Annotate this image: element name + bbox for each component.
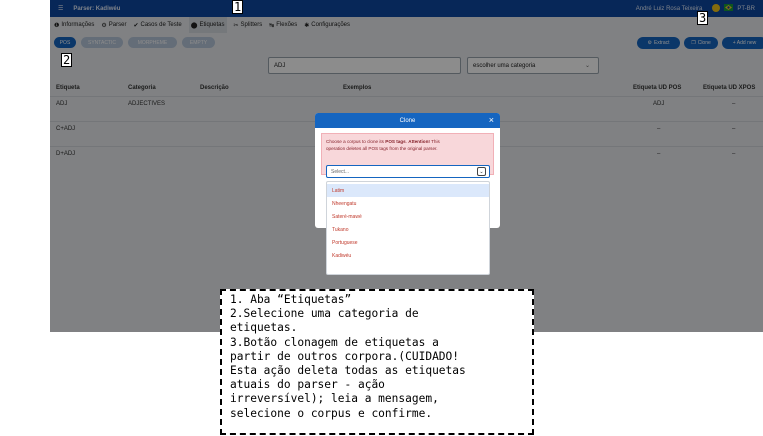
- note-line: 3.Botão clonagem de etiquetas a: [230, 335, 439, 349]
- corpus-option[interactable]: Sateré-mawé: [327, 210, 489, 223]
- corpus-option[interactable]: Latim: [327, 184, 489, 197]
- app-screen: ☰ Parser: Kadiwéu André Luiz Rosa Teixei…: [50, 0, 763, 332]
- note-line: 1. Aba “Etiquetas”: [230, 293, 352, 306]
- corpus-dropdown: Latim Nheengatu Sateré-mawé Tukano Portu…: [326, 181, 490, 275]
- step-marker: 1: [232, 0, 244, 14]
- note-line: etiquetas.: [230, 321, 298, 335]
- note-line: partir de outros corpora.(CUIDADO!: [230, 349, 460, 363]
- step-marker: 2: [61, 53, 73, 67]
- corpus-option[interactable]: Nheengatu: [327, 197, 489, 210]
- note-line: atuais do parser - ação: [230, 378, 385, 392]
- instruction-note: 1. Aba “Etiquetas” 2.Selecione uma categ…: [220, 289, 534, 435]
- note-line: selecione o corpus e confirme.: [230, 406, 433, 420]
- corpus-select-placeholder: Select...: [331, 168, 350, 175]
- modal-title: Clone: [399, 117, 416, 124]
- corpus-option[interactable]: Kadiwéu: [327, 249, 489, 262]
- corpus-option[interactable]: Tukano: [327, 223, 489, 236]
- corpus-option[interactable]: Portuguese: [327, 236, 489, 249]
- corpus-select[interactable]: Select... ⌄: [326, 165, 490, 178]
- modal-header: Clone ×: [315, 113, 500, 128]
- close-icon[interactable]: ×: [489, 115, 494, 125]
- note-line: Esta ação deleta todas as etiquetas: [230, 364, 466, 378]
- note-line: irreversível); leia a mensagem,: [230, 392, 439, 406]
- step-marker: 3: [697, 11, 709, 25]
- chevron-down-icon: ⌄: [477, 167, 486, 176]
- note-line: 2.Selecione uma categoria de: [230, 307, 419, 321]
